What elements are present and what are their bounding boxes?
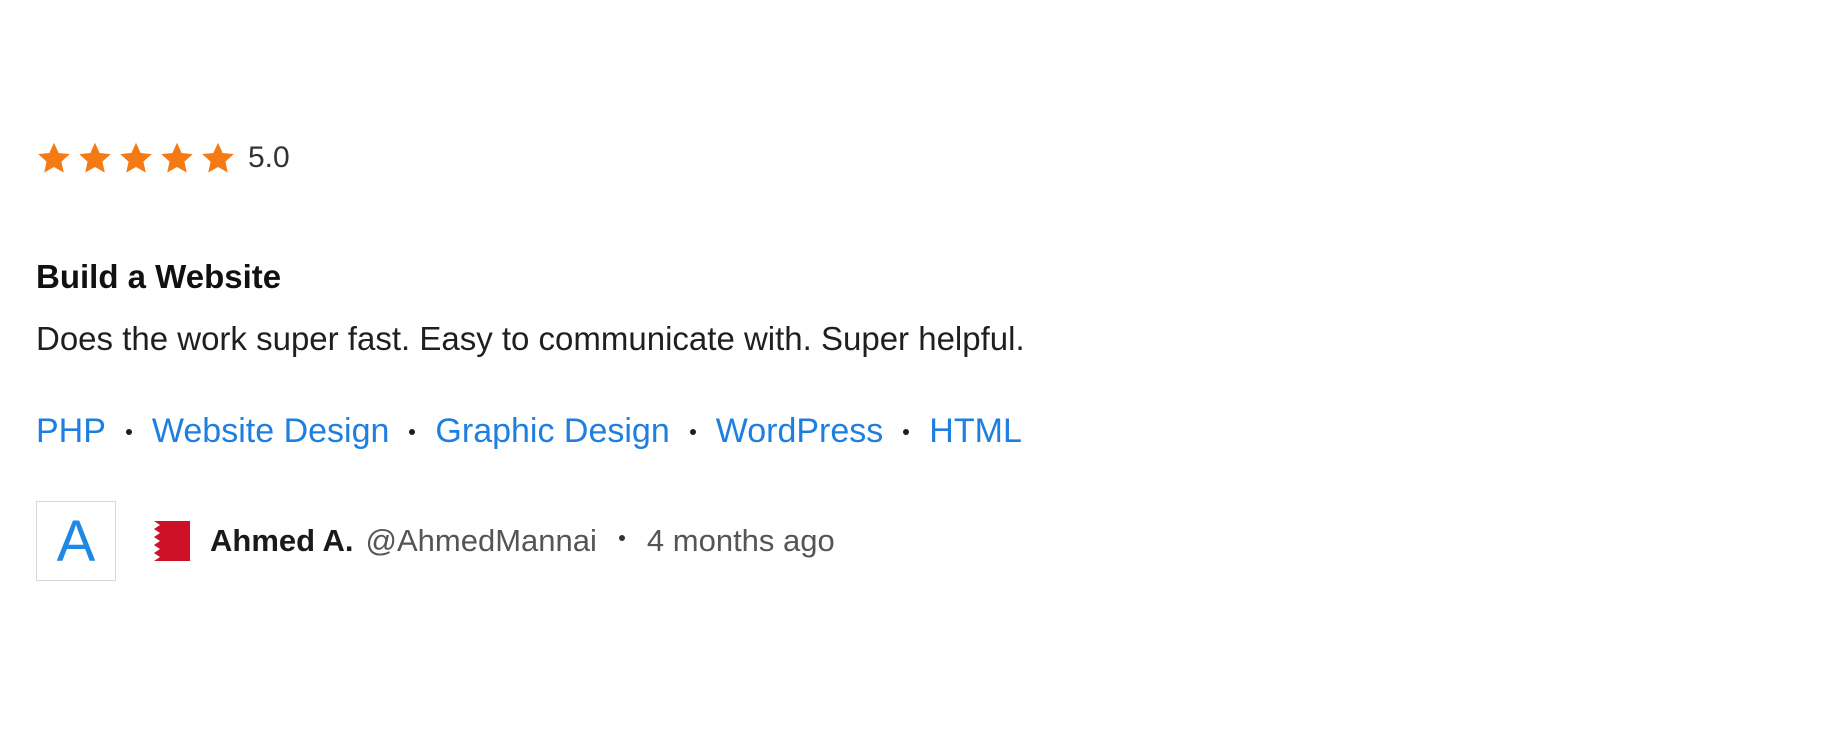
separator-dot	[903, 428, 910, 435]
star-icon	[200, 140, 236, 176]
skill-link-website-design[interactable]: Website Design	[152, 412, 390, 451]
rating: 5.0	[36, 138, 290, 178]
star-icon	[118, 140, 154, 176]
review-time: 4 months ago	[646, 523, 835, 558]
star-icon	[77, 140, 113, 176]
skill-link-php[interactable]: PHP	[36, 412, 106, 451]
separator-dot	[618, 535, 625, 541]
rating-value: 5.0	[248, 141, 290, 174]
separator-dot	[125, 428, 132, 435]
separator-dot	[409, 428, 416, 435]
star-icon	[36, 140, 72, 176]
author-handle[interactable]: @AhmedMannai	[366, 523, 597, 559]
skill-link-html[interactable]: HTML	[929, 412, 1022, 451]
star-rating	[36, 140, 236, 176]
skill-tags: PHP Website Design Graphic Design WordPr…	[36, 412, 1022, 451]
review-title: Build a Website	[36, 258, 282, 295]
bahrain-flag-icon	[142, 521, 190, 561]
skill-link-wordpress[interactable]: WordPress	[716, 412, 884, 451]
author-name[interactable]: Ahmed A.	[210, 523, 354, 559]
review-author: A Ahmed A. @AhmedMannai 4 months ago	[36, 500, 835, 582]
avatar[interactable]: A	[36, 501, 116, 581]
skill-link-graphic-design[interactable]: Graphic Design	[435, 412, 669, 451]
review-text: Does the work super fast. Easy to commun…	[36, 320, 1025, 357]
separator-dot	[689, 428, 696, 435]
star-icon	[159, 140, 195, 176]
